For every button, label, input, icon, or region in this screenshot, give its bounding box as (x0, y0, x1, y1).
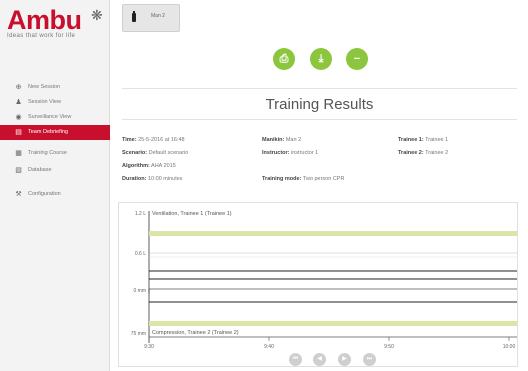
skip-back-icon: ⏮ (292, 356, 299, 362)
info-value: instructor 1 (291, 150, 319, 156)
compression-target-band (149, 321, 517, 326)
info-label: Algorithm: (122, 163, 150, 169)
step-back-button[interactable]: ◀ (313, 353, 326, 366)
ventilation-series-title: Ventilation, Trainee 1 (Trainee 1) (152, 211, 232, 217)
step-back-icon: ◀ (317, 356, 322, 362)
printer-icon: ⎙ (279, 53, 289, 65)
info-scenario: Scenario: Default scenario (122, 150, 188, 156)
info-value: 25-5-2016 at 16:48 (138, 137, 185, 143)
compression-y-tick: 0 mm (134, 288, 147, 294)
page-title: Training Results (265, 96, 374, 113)
sidebar-item-surveillance-view[interactable]: ◉ Surveillance View (0, 110, 110, 125)
sidebar-item-session-view[interactable]: ♟ Session View (0, 95, 110, 110)
skip-forward-button[interactable]: ⏭ (363, 353, 376, 366)
results-chart: 1.2 L 0.6 L Ventilation, Trainee 1 (Traine… (118, 202, 518, 367)
x-tick-label: 9:40 (264, 344, 274, 350)
info-duration: Duration: 10:00 minutes (122, 176, 183, 182)
document-icon: ▤ (15, 129, 22, 136)
eye-icon: ◉ (15, 114, 22, 121)
chart-svg: 1.2 L 0.6 L Ventilation, Trainee 1 (Traine… (131, 211, 517, 350)
title-divider-top (122, 88, 517, 89)
info-value: Trainee 1 (425, 137, 449, 143)
info-label: Trainee 1: (398, 137, 424, 143)
info-label: Scenario: (122, 150, 148, 156)
sidebar-item-training-course[interactable]: ▦ Training Course (0, 146, 110, 161)
ambu-logo: Ambu ❋ Ideas that work for life (7, 5, 107, 45)
sidebar-item-database[interactable]: ▧ Database (0, 163, 110, 178)
ventilation-y-tick: 0.6 L (135, 251, 146, 257)
sidebar-item-label: Database (28, 167, 52, 173)
sidebar-item-configuration[interactable]: ⚒ Configuration (0, 187, 110, 202)
sidebar-item-label: Session View (28, 99, 61, 105)
user-icon: ♟ (15, 99, 22, 106)
print-button[interactable]: ⎙ (273, 48, 295, 70)
minus-icon: − (353, 53, 361, 65)
skip-forward-icon: ⏭ (366, 356, 373, 362)
info-training-mode: Training mode: Two person CPR (262, 176, 344, 182)
compression-y-tick: 75 mm (131, 331, 146, 337)
x-tick-label: 9:30 (144, 344, 154, 350)
sidebar-item-label: Training Course (28, 150, 67, 156)
close-button[interactable]: − (346, 48, 368, 70)
sidebar-nav: ⊕ New Session ♟ Session View ◉ Surveilla… (0, 80, 110, 202)
info-value: AHA 2015 (151, 163, 176, 169)
sidebar-item-label: Surveillance View (28, 114, 72, 120)
x-tick-label: 10:00 (503, 344, 516, 350)
info-time: Time: 25-5-2016 at 16:48 (122, 137, 185, 143)
skip-back-button[interactable]: ⏮ (289, 353, 302, 366)
settings-icon: ⚒ (15, 191, 22, 198)
database-icon: ▧ (15, 167, 22, 174)
sidebar-item-team-debriefing[interactable]: ▤ Team Debriefing (0, 125, 110, 140)
info-label: Duration: (122, 176, 147, 182)
info-value: 10:00 minutes (147, 176, 183, 182)
sidebar-item-label: Team Debriefing (28, 129, 69, 135)
info-trainee2: Trainee 2: Trainee 2 (398, 150, 448, 156)
info-manikin: Manikin: Man 2 (262, 137, 301, 143)
info-value: Man 2 (285, 137, 302, 143)
info-label: Instructor: (262, 150, 290, 156)
manikin-tab-label: Man 2 (151, 13, 165, 19)
compression-series-title: Compression, Trainee 2 (Trainee 2) (152, 330, 239, 336)
info-label: Trainee 2: (398, 150, 424, 156)
play-icon: ▶ (342, 356, 347, 362)
info-algorithm: Algorithm: AHA 2015 (122, 163, 176, 169)
sidebar-item-label: New Session (28, 84, 61, 90)
logo-tagline: Ideas that work for life (7, 33, 76, 39)
title-divider-bottom (122, 119, 517, 120)
ventilation-target-band (149, 231, 517, 236)
logo-star-icon: ❋ (91, 7, 103, 23)
plus-circle-icon: ⊕ (15, 84, 22, 91)
export-button[interactable]: ⤓ (310, 48, 332, 70)
info-value: Trainee 2 (425, 150, 449, 156)
ventilation-y-tick: 1.2 L (135, 211, 146, 217)
info-trainee1: Trainee 1: Trainee 1 (398, 137, 448, 143)
sidebar-item-new-session[interactable]: ⊕ New Session (0, 80, 110, 95)
course-icon: ▦ (15, 150, 22, 157)
info-instructor: Instructor: instructor 1 (262, 150, 318, 156)
info-value: Default scenario (148, 150, 189, 156)
info-label: Time: (122, 137, 137, 143)
sidebar: Ambu ❋ Ideas that work for life ⊕ New Se… (0, 0, 110, 371)
sidebar-item-label: Configuration (28, 191, 61, 197)
battery-icon (132, 11, 136, 22)
play-button[interactable]: ▶ (338, 353, 351, 366)
info-value: Two person CPR (302, 176, 345, 182)
manikin-tab[interactable]: Man 2 (122, 4, 180, 32)
x-tick-label: 9:50 (384, 344, 394, 350)
info-label: Manikin: (262, 137, 285, 143)
info-label: Training mode: (262, 176, 302, 182)
download-icon: ⤓ (318, 53, 324, 65)
